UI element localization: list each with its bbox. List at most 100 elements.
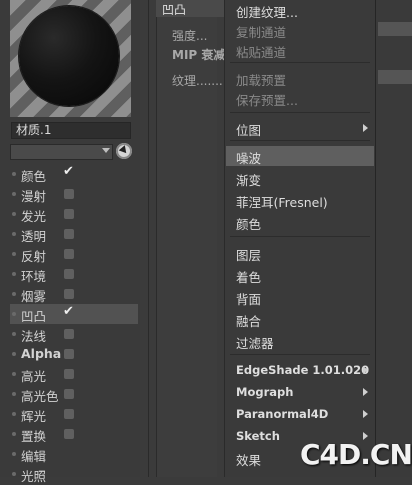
material-name-field[interactable]: 材质.1 — [11, 122, 131, 139]
chevron-right-icon — [363, 124, 368, 132]
material-dropdown[interactable] — [10, 144, 113, 160]
channel-row[interactable]: 烟雾 — [10, 284, 138, 304]
channel-dot-icon — [12, 312, 16, 316]
menu-item-label: 复制通道 — [236, 25, 287, 40]
menu-item-label: EdgeShade 1.01.020 — [236, 363, 370, 377]
menu-separator — [230, 112, 370, 113]
channel-label: 颜色 — [21, 169, 47, 184]
menu-item[interactable]: EdgeShade 1.01.020 — [226, 360, 374, 380]
channel-label: 环境 — [21, 269, 47, 284]
channel-checkbox[interactable] — [64, 429, 74, 439]
menu-item[interactable]: 位图 — [226, 118, 374, 138]
channel-row[interactable]: 置换 — [10, 424, 138, 444]
menu-item-label: 颜色 — [236, 217, 262, 232]
mip-label: MIP 衰减 — [172, 48, 226, 62]
channel-label: 高光 — [21, 369, 47, 384]
menu-item[interactable]: 创建纹理... — [226, 0, 374, 20]
menu-item[interactable]: 背面 — [226, 287, 374, 307]
channel-label: 光照 — [21, 469, 47, 484]
channel-row[interactable]: 漫射 — [10, 184, 138, 204]
menu-item-label: 菲涅耳(Fresnel) — [236, 195, 328, 210]
menu-item-label: 噪波 — [236, 151, 262, 166]
channel-checkbox[interactable] — [64, 369, 74, 379]
menu-item[interactable]: 复制通道 — [226, 20, 374, 40]
menu-item-label: 着色 — [236, 270, 262, 285]
menu-separator — [230, 354, 370, 355]
panel-divider — [148, 0, 149, 477]
menu-item[interactable]: 噪波 — [226, 146, 374, 166]
channel-dot-icon — [12, 212, 16, 216]
menu-item-label: 位图 — [236, 123, 262, 138]
channel-checkbox[interactable] — [64, 409, 74, 419]
menu-item[interactable]: 加载预置 — [226, 68, 374, 88]
menu-item-label: 加载预置 — [236, 73, 287, 88]
chevron-down-icon[interactable] — [102, 148, 110, 153]
channel-row[interactable]: 凹凸 ✔ — [10, 304, 138, 324]
channel-row[interactable]: 编辑 — [10, 444, 138, 464]
material-preview[interactable] — [10, 0, 131, 117]
checkmark-icon[interactable]: ✔ — [63, 164, 74, 179]
channel-row[interactable]: 法线 — [10, 324, 138, 344]
channel-row[interactable]: 颜色 ✔ — [10, 164, 138, 184]
menu-item[interactable]: 颜色 — [226, 212, 374, 232]
attribute-header: 凹凸 — [156, 0, 224, 17]
channel-row[interactable]: 环境 — [10, 264, 138, 284]
channel-dot-icon — [12, 172, 16, 176]
menu-item-label: 保存预置... — [236, 93, 298, 108]
channel-label: 反射 — [21, 249, 47, 264]
watermark-logo: C4D.CN — [300, 438, 412, 471]
channel-label: 高光色 — [21, 389, 59, 404]
checkmark-icon[interactable]: ✔ — [63, 304, 74, 319]
channel-dot-icon — [12, 292, 16, 296]
channel-row[interactable]: 辉光 — [10, 404, 138, 424]
channel-dot-icon — [12, 452, 16, 456]
channel-checkbox[interactable] — [64, 249, 74, 259]
menu-item[interactable]: 保存预置... — [226, 88, 374, 108]
channel-checkbox[interactable] — [64, 349, 74, 359]
channel-dot-icon — [12, 372, 16, 376]
channel-checkbox[interactable] — [64, 389, 74, 399]
channel-label: 辉光 — [21, 409, 47, 424]
channel-checkbox[interactable] — [64, 329, 74, 339]
attribute-header-title: 凹凸 — [162, 3, 187, 17]
cursor-pick-icon[interactable] — [116, 143, 132, 159]
channel-row[interactable]: Alpha — [10, 344, 138, 364]
channel-label: 凹凸 — [21, 309, 47, 324]
menu-item[interactable]: Mograph — [226, 382, 374, 402]
menu-item[interactable]: Paranormal4D — [226, 404, 374, 424]
menu-item[interactable]: 图层 — [226, 243, 374, 263]
menu-item-label: 效果 — [236, 453, 262, 468]
menu-item-label: Mograph — [236, 385, 294, 399]
channel-row[interactable]: 高光 — [10, 364, 138, 384]
menu-item[interactable]: 过滤器 — [226, 331, 374, 351]
chevron-right-icon — [363, 410, 368, 418]
channel-checkbox[interactable] — [64, 189, 74, 199]
channel-row[interactable]: 反射 — [10, 244, 138, 264]
channel-row[interactable]: 光照 — [10, 464, 138, 484]
channel-checkbox[interactable] — [64, 289, 74, 299]
menu-item-label: 渐变 — [236, 173, 262, 188]
menu-item[interactable]: 着色 — [226, 265, 374, 285]
channel-checkbox[interactable] — [64, 269, 74, 279]
menu-item[interactable]: 菲涅耳(Fresnel) — [226, 190, 374, 210]
channel-label: Alpha — [21, 346, 62, 361]
channel-checkbox[interactable] — [64, 229, 74, 239]
menu-separator — [230, 236, 370, 237]
channel-row[interactable]: 高光色 — [10, 384, 138, 404]
channel-label: 置换 — [21, 429, 47, 444]
strength-label: 强度... — [172, 29, 208, 43]
menu-item[interactable]: 融合 — [226, 309, 374, 329]
channel-row[interactable]: 透明 — [10, 224, 138, 244]
channel-dot-icon — [12, 352, 16, 356]
channel-label: 编辑 — [21, 449, 47, 464]
channel-checkbox[interactable] — [64, 209, 74, 219]
chevron-right-icon — [363, 366, 368, 374]
menu-item-label: 创建纹理... — [236, 5, 298, 20]
channel-row[interactable]: 发光 — [10, 204, 138, 224]
menu-item-label: 融合 — [236, 314, 262, 329]
menu-item[interactable]: 渐变 — [226, 168, 374, 188]
chevron-right-icon — [363, 388, 368, 396]
menu-item[interactable]: 粘贴通道 — [226, 40, 374, 60]
menu-item-label: Paranormal4D — [236, 407, 329, 421]
channel-label: 发光 — [21, 209, 47, 224]
